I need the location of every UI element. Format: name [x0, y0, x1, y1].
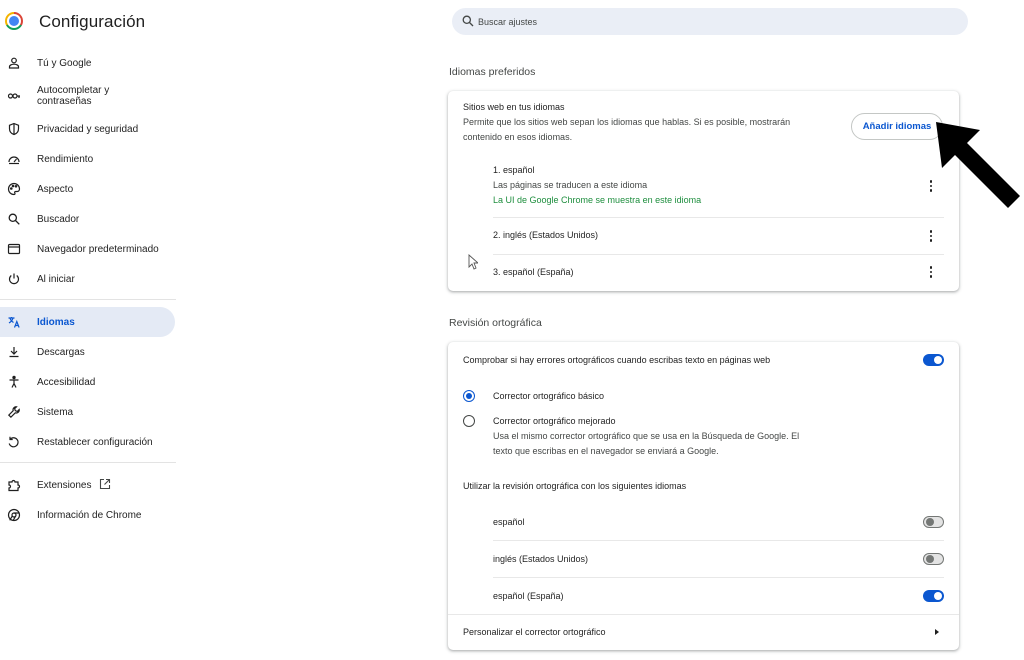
palette-icon	[7, 182, 21, 196]
sidebar-item-label: Sistema	[37, 406, 74, 418]
enhanced-spellcheck-description-line1: Usa el mismo corrector ortográfico que s…	[493, 431, 800, 441]
enhanced-spellcheck-description-line2: texto que escribas en el navegador se en…	[493, 446, 719, 456]
sidebar-item-downloads[interactable]: Descargas	[0, 337, 175, 367]
sidebar-item-label: Restablecer configuración	[37, 436, 153, 448]
chrome-logo-icon	[5, 12, 23, 30]
spellcheck-section-title: Revisión ortográfica	[449, 317, 542, 329]
language-item-name: 1. español	[493, 165, 535, 175]
sidebar-item-label: Al iniciar	[37, 273, 75, 285]
spellcheck-language-toggle[interactable]	[923, 590, 944, 602]
sidebar-item-label: Privacidad y seguridad	[37, 123, 139, 135]
sidebar-item-autofill[interactable]: Autocompletar y contraseñas	[0, 81, 175, 111]
wrench-icon	[7, 405, 21, 419]
languages-card: Sitios web en tus idiomas Permite que lo…	[448, 91, 959, 291]
accessibility-icon	[7, 375, 21, 389]
sidebar-item-extensions[interactable]: Extensiones	[0, 470, 175, 500]
mouse-cursor-icon	[468, 254, 478, 270]
spellcheck-toggle-label: Comprobar si hay errores ortográficos cu…	[463, 355, 771, 365]
search-input[interactable]	[478, 13, 948, 30]
sites-description-line2: contenido en esos idiomas.	[463, 132, 573, 142]
shield-icon	[7, 122, 21, 136]
more-options-button[interactable]	[925, 265, 937, 279]
basic-spellcheck-radio[interactable]	[463, 390, 475, 402]
extensions-label: Extensiones	[37, 479, 92, 491]
reset-icon	[7, 435, 21, 449]
divider	[493, 577, 944, 578]
sidebar-item-label: Idiomas	[37, 316, 75, 328]
sidebar-item-label: Navegador predeterminado	[37, 243, 159, 255]
sidebar-item-label: Información de Chrome	[37, 509, 142, 521]
sidebar-item-reset[interactable]: Restablecer configuración	[0, 427, 175, 457]
spellcheck-language-name: inglés (Estados Unidos)	[493, 554, 589, 564]
sidebar-item-label: Buscador	[37, 213, 80, 225]
external-link-icon	[99, 478, 111, 493]
sidebar-item-label: Aspecto	[37, 183, 74, 195]
sidebar-item-you-and-google[interactable]: Tú y Google	[0, 48, 175, 78]
app-header: Configuración	[0, 0, 180, 44]
speedometer-icon	[7, 152, 21, 166]
key-icon	[7, 89, 21, 103]
divider	[493, 540, 944, 541]
language-item-name: 2. inglés (Estados Unidos)	[493, 230, 599, 240]
spellcheck-language-name: español (España)	[493, 591, 564, 601]
sidebar-item-appearance[interactable]: Aspecto	[0, 174, 175, 204]
chevron-right-icon	[935, 629, 939, 635]
translate-icon	[7, 315, 21, 329]
sidebar-item-accessibility[interactable]: Accesibilidad	[0, 367, 175, 397]
sidebar-item-on-startup[interactable]: Al iniciar	[0, 264, 175, 294]
sidebar-divider	[0, 299, 176, 300]
sidebar-item-about-chrome[interactable]: Información de Chrome	[0, 500, 175, 530]
sidebar-divider	[0, 462, 176, 463]
spellcheck-language-name: español	[493, 517, 525, 527]
enhanced-spellcheck-label: Corrector ortográfico mejorado	[493, 416, 616, 426]
sidebar-item-languages[interactable]: Idiomas	[0, 307, 175, 337]
browser-icon	[7, 242, 21, 256]
person-icon	[7, 56, 21, 70]
spellcheck-language-toggle[interactable]	[923, 516, 944, 528]
sidebar-item-label: Accesibilidad	[37, 376, 96, 388]
languages-section-title: Idiomas preferidos	[449, 66, 536, 78]
download-icon	[7, 345, 21, 359]
language-item-translate-note: Las páginas se traducen a este idioma	[493, 180, 648, 190]
more-options-button[interactable]	[925, 229, 937, 243]
language-item-name: 3. español (España)	[493, 267, 574, 277]
sidebar-item-label: Descargas	[37, 346, 85, 358]
divider	[493, 217, 944, 218]
enhanced-spellcheck-radio[interactable]	[463, 415, 475, 427]
sites-in-your-languages-title: Sitios web en tus idiomas	[463, 102, 565, 112]
customize-spellcheck-label: Personalizar el corrector ortográfico	[463, 627, 606, 637]
annotation-arrow-icon	[936, 122, 1020, 208]
sites-description-line1: Permite que los sitios web sepan los idi…	[463, 117, 791, 127]
sidebar-item-label: Extensiones	[37, 478, 111, 493]
spellcheck-language-toggle[interactable]	[923, 553, 944, 565]
sidebar-item-label: Rendimiento	[37, 153, 94, 165]
divider	[493, 254, 944, 255]
language-item-ui-note: La UI de Google Chrome se muestra en est…	[493, 195, 702, 205]
sidebar-item-search-engine[interactable]: Buscador	[0, 204, 175, 234]
sidebar-item-default-browser[interactable]: Navegador predeterminado	[0, 234, 175, 264]
puzzle-icon	[7, 478, 21, 492]
sidebar-item-label: Autocompletar y contraseñas	[37, 85, 110, 107]
page-title: Configuración	[39, 12, 146, 31]
sidebar-item-system[interactable]: Sistema	[0, 397, 175, 427]
add-languages-button[interactable]: Añadir idiomas	[851, 113, 943, 140]
search-bar[interactable]	[452, 8, 968, 35]
customize-spellcheck-row[interactable]: Personalizar el corrector ortográfico	[448, 615, 959, 649]
basic-spellcheck-label: Corrector ortográfico básico	[493, 391, 605, 401]
sidebar-item-label: Tú y Google	[37, 57, 92, 69]
search-icon	[462, 15, 474, 27]
spellcheck-card: Comprobar si hay errores ortográficos cu…	[448, 342, 959, 650]
search-icon	[7, 212, 21, 226]
spellcheck-toggle[interactable]	[923, 354, 944, 366]
spellcheck-languages-header: Utilizar la revisión ortográfica con los…	[463, 481, 687, 491]
chrome-icon	[7, 508, 21, 522]
power-icon	[7, 272, 21, 286]
sidebar-item-privacy[interactable]: Privacidad y seguridad	[0, 114, 175, 144]
sidebar-item-performance[interactable]: Rendimiento	[0, 144, 175, 174]
